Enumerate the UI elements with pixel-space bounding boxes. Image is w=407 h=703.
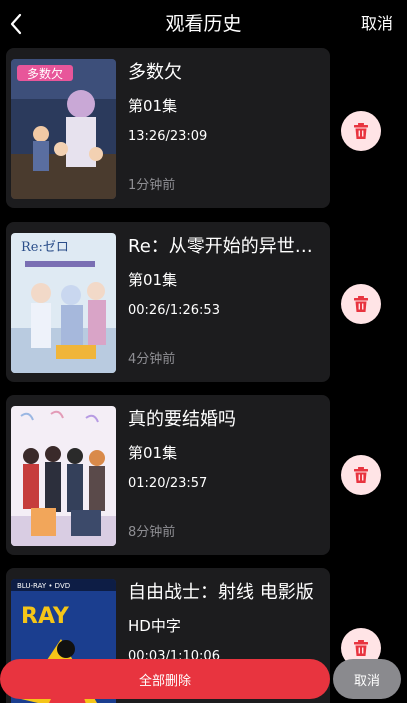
history-item[interactable]: 真的要结婚吗 第01集 01:20/23:57 8分钟前 bbox=[6, 395, 330, 555]
delete-all-button[interactable]: 全部删除 bbox=[0, 659, 330, 699]
item-progress: 13:26/23:09 bbox=[128, 129, 208, 144]
item-episode: 第01集 bbox=[128, 271, 178, 289]
item-title: 多数欠 bbox=[128, 62, 182, 83]
delete-item-button[interactable] bbox=[341, 455, 381, 495]
item-title: 真的要结婚吗 bbox=[128, 409, 236, 430]
header-bar: 观看历史 取消 bbox=[0, 0, 407, 48]
poster-thumbnail bbox=[11, 406, 116, 546]
item-episode: 第01集 bbox=[128, 97, 178, 115]
item-time-ago: 4分钟前 bbox=[128, 352, 176, 367]
trash-icon bbox=[354, 123, 368, 139]
history-item[interactable]: Re:ゼロ Re：从零开始的异世界生活 第01集 00:26/1:26:53 4… bbox=[6, 222, 330, 382]
delete-item-button[interactable] bbox=[341, 284, 381, 324]
item-time-ago: 8分钟前 bbox=[128, 525, 176, 540]
poster-thumbnail: Re:ゼロ bbox=[11, 233, 116, 373]
page-title: 观看历史 bbox=[165, 13, 242, 35]
item-episode: 第01集 bbox=[128, 444, 178, 462]
item-title: Re：从零开始的异世界生活 bbox=[128, 236, 318, 257]
poster-thumbnail: 多数欠 bbox=[11, 59, 116, 199]
watch-history-screen: 观看历史 取消 多数欠 多数欠 第01集 13:26/23:09 1分钟前 Re… bbox=[0, 0, 407, 703]
header-cancel-button[interactable]: 取消 bbox=[361, 13, 393, 35]
bottom-cancel-button[interactable]: 取消 bbox=[333, 659, 401, 699]
item-episode: HD中字 bbox=[128, 617, 181, 635]
item-title: 自由战士：射线 电影版 bbox=[128, 582, 314, 603]
svg-text:多数欠: 多数欠 bbox=[27, 66, 63, 81]
svg-text:Re:ゼロ: Re:ゼロ bbox=[21, 240, 69, 255]
trash-icon bbox=[354, 640, 368, 656]
item-progress: 01:20/23:57 bbox=[128, 476, 208, 491]
item-progress: 00:26/1:26:53 bbox=[128, 303, 220, 318]
trash-icon bbox=[354, 467, 368, 483]
delete-item-button[interactable] bbox=[341, 111, 381, 151]
item-time-ago: 1分钟前 bbox=[128, 178, 176, 193]
svg-text:BLU-RAY • DVD: BLU-RAY • DVD bbox=[17, 582, 70, 590]
history-item[interactable]: 多数欠 多数欠 第01集 13:26/23:09 1分钟前 bbox=[6, 48, 330, 208]
bottom-action-bar: 全部删除 取消 bbox=[0, 659, 407, 703]
trash-icon bbox=[354, 296, 368, 312]
svg-text:RAY: RAY bbox=[21, 604, 70, 629]
